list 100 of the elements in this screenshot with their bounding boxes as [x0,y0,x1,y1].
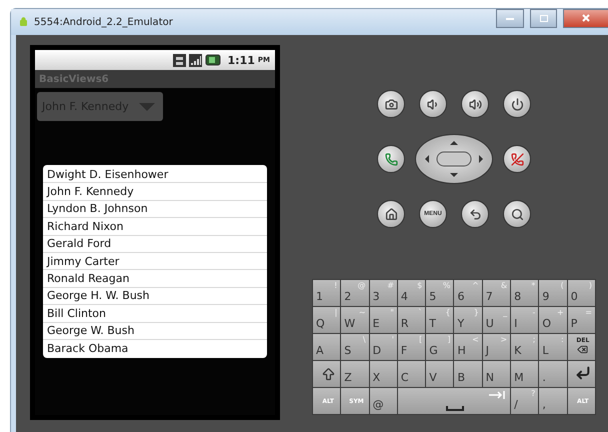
key-alt-symbol: [ [419,335,422,344]
home-button[interactable] [377,200,405,228]
key-alt-symbol: # [387,281,394,290]
key-alt-symbol: ; [532,335,536,344]
list-item[interactable]: Jimmy Carter [43,252,267,270]
key[interactable]: 9 ( [539,280,567,306]
key[interactable]: 7 & [482,280,510,306]
key[interactable]: R ` [398,307,426,333]
maximize-button[interactable] [530,8,557,28]
shift-icon [320,367,336,382]
enter-icon [574,365,591,381]
list-item[interactable]: Lyndon B. Johnson [43,200,267,218]
key[interactable]: N [482,361,510,387]
key[interactable]: P = [568,307,595,333]
key[interactable]: W ~ [341,307,369,333]
list-item[interactable]: Dwight D. Eisenhower [43,166,267,184]
key[interactable]: 4 $ [398,280,426,306]
key[interactable]: Q | [313,307,340,333]
camera-button[interactable] [377,90,405,118]
close-icon [582,14,590,22]
end-call-button[interactable] [503,145,531,173]
delete-icon [577,344,588,355]
key-alt-symbol: % [442,281,450,290]
dropdown-caret-icon [139,102,155,110]
search-button[interactable] [503,200,531,228]
call-button[interactable] [377,145,405,173]
key-alt-symbol: @ [358,281,366,290]
key[interactable]: Z [341,361,369,387]
volume-up-button[interactable] [461,90,489,118]
space-key[interactable] [398,388,510,414]
key[interactable]: D ' [370,334,397,360]
key-alt-symbol: _ [503,308,508,317]
key-alt-symbol: } [474,308,479,317]
key-alt-symbol: ? [531,389,536,398]
key-alt-symbol: { [445,308,450,317]
status-time: 1:11 [228,54,255,66]
camera-icon [384,98,398,110]
key[interactable]: , [539,388,567,414]
shift-key[interactable] [313,361,340,387]
key-alt-symbol: = [585,308,592,317]
key-alt-symbol: ' [392,335,394,344]
key[interactable]: A [313,334,340,360]
key-alt-symbol: | [334,308,338,317]
key[interactable]: G ] [426,334,454,360]
key[interactable]: 8 * [511,280,538,306]
key[interactable]: M [511,361,538,387]
key[interactable]: I - [511,307,538,333]
key[interactable]: 0 ) [568,280,595,306]
list-item[interactable]: Ronald Reagan [43,270,267,288]
close-button[interactable] [563,8,608,28]
key[interactable]: F [ [398,334,426,360]
key[interactable]: 2 @ [341,280,369,306]
key-alt-symbol: ` [418,308,422,317]
list-item[interactable]: George W. Bush [43,322,267,340]
volume-up-icon [468,98,482,110]
power-button[interactable] [503,90,531,118]
list-item[interactable]: Bill Clinton [43,305,267,323]
key[interactable]: 3 # [370,280,397,306]
key-alt-symbol: * [531,281,536,290]
key[interactable]: / ? [511,388,538,414]
key[interactable]: H < [454,334,482,360]
minimize-button[interactable] [496,8,524,28]
signal-icon [188,54,202,66]
list-item[interactable]: George H. W. Bush [43,288,267,306]
back-button[interactable] [461,200,489,228]
key[interactable]: S \ [341,334,369,360]
key-alt-symbol: & [500,281,508,290]
key[interactable]: J > [482,334,510,360]
key[interactable]: T { [426,307,454,333]
key[interactable]: Y } [454,307,482,333]
key[interactable]: L : [539,334,567,360]
key[interactable]: X [370,361,397,387]
list-item[interactable]: Gerald Ford [43,236,267,253]
list-item[interactable]: Barack Obama [43,340,267,358]
key[interactable]: V [426,361,454,387]
key-alt-symbol: ] [447,335,450,344]
key-alt-symbol: ) [588,281,592,290]
key[interactable]: 6 ^ [454,280,482,306]
key[interactable]: @ [370,388,397,414]
maximize-icon [540,14,548,22]
key[interactable]: E " [370,307,397,333]
key-alt-symbol: ~ [358,308,366,317]
key[interactable]: 1 ! [313,280,340,306]
list-item[interactable]: John F. Kennedy [43,183,267,201]
key[interactable]: 5 % [426,280,454,306]
key[interactable]: U _ [482,307,510,333]
tab-icon [489,391,506,399]
key-alt-symbol: ! [334,281,338,290]
key-alt-symbol: " [390,308,394,317]
enter-key[interactable] [568,361,595,387]
power-icon [510,98,524,110]
list-item[interactable]: Richard Nixon [43,218,267,236]
key-alt-symbol: $ [417,281,422,290]
key[interactable]: K ; [511,334,538,360]
key[interactable]: . [539,361,567,387]
key[interactable]: C [398,361,426,387]
key-alt-symbol: - [532,308,536,317]
volume-down-button[interactable] [419,90,447,118]
key[interactable]: O + [539,307,567,333]
key[interactable]: B [454,361,482,387]
